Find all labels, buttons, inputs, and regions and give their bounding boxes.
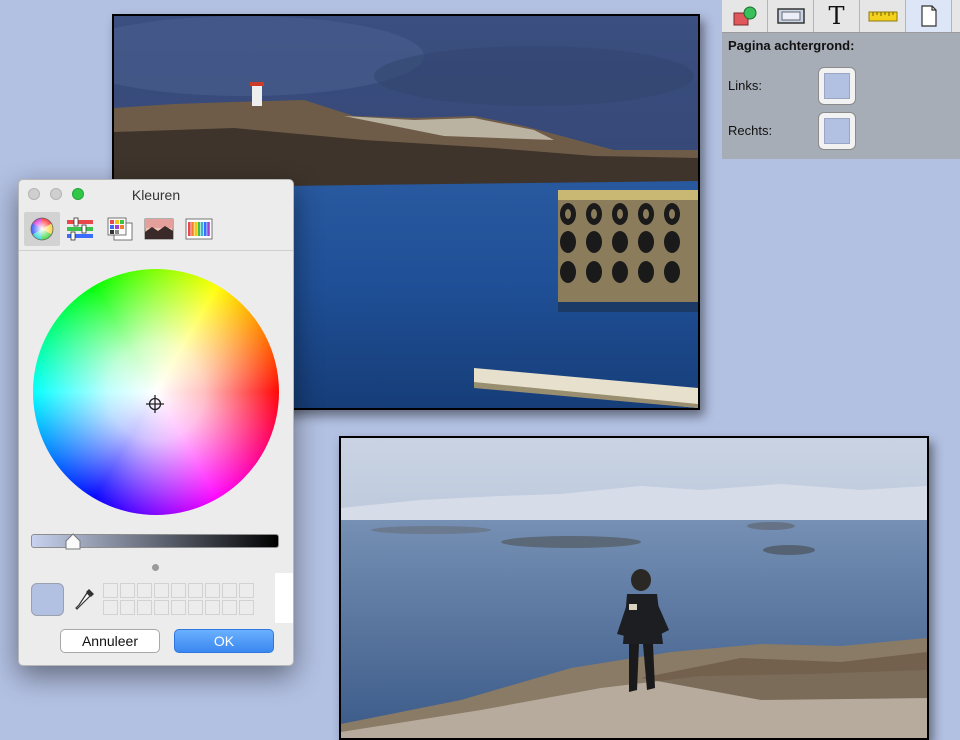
color-sliders-icon [67,217,93,241]
mode-color-palettes[interactable] [102,212,138,246]
mode-crayons[interactable] [181,212,217,246]
saved-swatches-grid [103,583,254,615]
empty-swatch-slot[interactable] [188,583,203,598]
inspector-tabs: T [722,0,960,33]
color-wheel-saturation [33,269,279,515]
ruler-icon [868,11,897,22]
empty-swatch-slot[interactable] [188,600,203,615]
left-page-color-well[interactable] [818,67,856,105]
page-icon [920,5,937,27]
tab-page[interactable] [906,0,952,32]
empty-swatch-slot[interactable] [171,583,186,598]
right-page-color-well[interactable] [818,112,856,150]
text-icon: T [828,2,845,30]
right-color-swatch [824,118,850,144]
empty-swatch-slot[interactable] [120,600,135,615]
empty-swatch-slot[interactable] [154,583,169,598]
color-wheel-icon [30,217,54,241]
colors-titlebar[interactable]: Kleuren [19,180,293,210]
empty-swatch-slot[interactable] [205,583,220,598]
resize-dot[interactable] [152,564,159,571]
tab-text[interactable]: T [814,0,860,32]
empty-swatch-slot[interactable] [222,600,237,615]
empty-swatch-slot[interactable] [239,583,254,598]
current-color-swatch[interactable] [31,583,64,616]
colors-window-title: Kleuren [131,187,181,203]
brightness-slider-knob[interactable] [64,533,82,551]
inspector-panel: T Pagina achtergrond: Links: Rechts: [722,0,960,159]
empty-swatch-slot[interactable] [120,583,135,598]
tab-ruler[interactable] [860,0,906,32]
brightness-slider[interactable] [31,533,279,551]
empty-swatch-slot[interactable] [171,600,186,615]
swatch-scroll-area[interactable] [275,573,293,623]
empty-swatch-slot[interactable] [103,583,118,598]
empty-swatch-slot[interactable] [103,600,118,615]
crosshair-icon[interactable] [146,395,164,413]
eyedropper-icon[interactable] [74,587,96,613]
cancel-button[interactable]: Annuleer [60,629,160,653]
colors-window: Kleuren Annuleer OK [18,179,294,666]
color-palettes-icon [107,217,133,241]
empty-swatch-slot[interactable] [137,583,152,598]
empty-swatch-slot[interactable] [222,583,237,598]
image-palettes-icon [144,218,174,240]
shapes-icon [733,6,756,26]
mode-color-sliders[interactable] [62,212,98,246]
empty-swatch-slot[interactable] [137,600,152,615]
tab-frame[interactable] [768,0,814,32]
photo-coast[interactable] [339,436,929,740]
left-color-swatch [824,73,850,99]
left-page-label: Links: [728,78,762,93]
color-mode-toolbar [19,210,293,251]
ok-button[interactable]: OK [174,629,274,653]
photo-coast-image [341,438,927,738]
rectangle-frame-icon [776,8,805,24]
right-page-label: Rechts: [728,123,773,138]
mode-image-palettes[interactable] [141,212,177,246]
tab-shapes[interactable] [722,0,768,32]
empty-swatch-slot[interactable] [205,600,220,615]
page-background-heading: Pagina achtergrond: [728,38,855,53]
empty-swatch-slot[interactable] [154,600,169,615]
color-wheel[interactable] [33,269,279,515]
crayons-icon [185,218,213,240]
mode-color-wheel[interactable] [24,212,60,246]
empty-swatch-slot[interactable] [239,600,254,615]
